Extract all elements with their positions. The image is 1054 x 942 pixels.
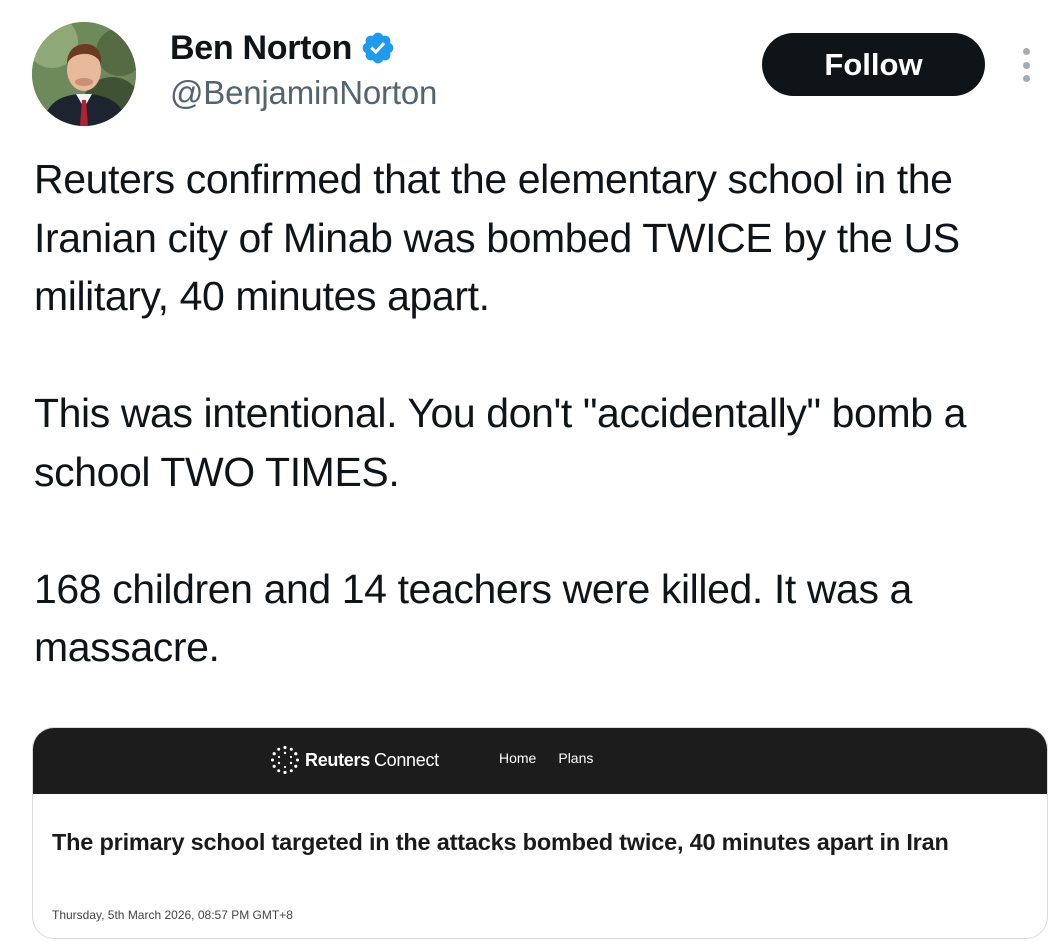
article-headline[interactable]: The primary school targeted in the attac… [52,824,1042,861]
reuters-brand: Reuters [305,749,370,770]
card-header: Reuters Connect Home Plans [33,728,1047,794]
more-options-icon[interactable] [1012,44,1040,86]
reuters-connect-logo[interactable]: Reuters Connect [269,744,439,776]
author-display-name[interactable]: Ben Norton [170,29,352,68]
avatar-image [32,22,136,126]
more-dot [1022,61,1030,69]
more-dot [1022,48,1030,55]
tweet-paragraph: This was intentional. You don't "acciden… [34,390,966,495]
connect-brand: Connect [373,749,439,770]
follow-button[interactable]: Follow [762,33,985,96]
author-avatar[interactable] [32,22,136,126]
card-nav-plans[interactable]: Plans [558,750,593,766]
tweet-text: Reuters confirmed that the elementary sc… [34,150,1044,677]
verified-badge-icon [362,32,394,64]
article-date: Thursday, 5th March 2026, 08:57 PM GMT+8 [52,908,293,922]
card-nav: Home Plans [499,750,593,766]
tweet-paragraph: Reuters confirmed that the elementary sc… [34,156,960,319]
more-dot [1022,75,1030,82]
article-card[interactable]: Reuters Connect Home Plans The primary s… [32,727,1048,939]
tweet-paragraph: 168 children and 14 teachers were killed… [34,565,912,671]
author-handle[interactable]: @BenjaminNorton [170,74,437,112]
reuters-dots-icon [271,745,299,775]
card-nav-home[interactable]: Home [499,750,536,766]
author-name-row[interactable]: Ben Norton [170,28,396,68]
